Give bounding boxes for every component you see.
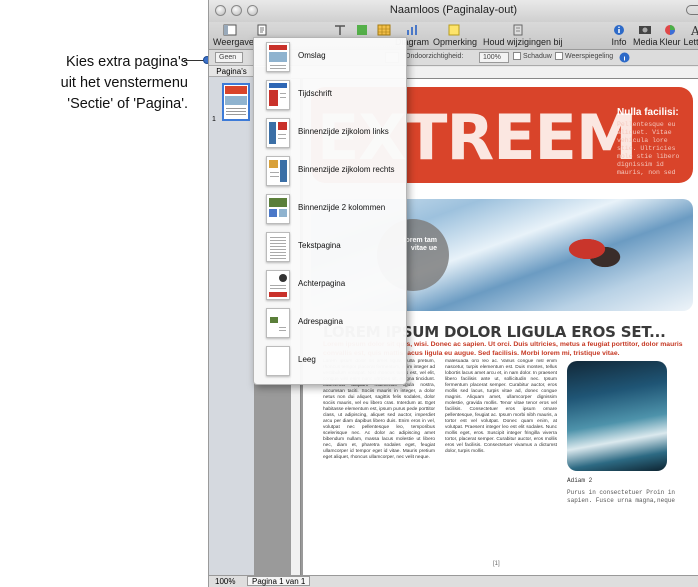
info-icon (614, 25, 624, 35)
reflection-label: Weerspiegeling (565, 53, 614, 60)
two-columns-thumbnail-icon (266, 194, 290, 224)
shadow-checkbox[interactable] (513, 52, 521, 60)
table-icon (377, 24, 391, 36)
callout-line-3: 'Sectie' of 'Pagina'. (67, 96, 188, 112)
opacity-label: Ondoorzichtigheid: (405, 53, 464, 60)
callout-line-1: Kies extra pagina's (65, 54, 188, 70)
svg-text:A: A (690, 24, 698, 36)
window-title: Naamloos (Paginalay-out) (389, 4, 518, 16)
info-small-icon[interactable] (619, 52, 630, 63)
tijdschrift-thumbnail-icon (266, 80, 290, 110)
callout-line-2: uit het venstermenu (60, 75, 188, 91)
comment-icon (448, 24, 460, 36)
menu-item-label: Tekstpagina (298, 241, 341, 250)
font-icon: A (690, 24, 698, 36)
address-page-thumbnail-icon (266, 308, 290, 338)
font-button[interactable]: A Letter (683, 24, 698, 47)
menu-item-label: Binnenzijde zijkolom rechts (298, 165, 395, 174)
menu-item-tijdschrift[interactable]: Tijdschrift (254, 76, 408, 114)
fill-none-select[interactable]: Geen (215, 52, 243, 63)
back-page-thumbnail-icon (266, 270, 290, 300)
text-page-thumbnail-icon (266, 232, 290, 262)
omslag-thumbnail-icon (266, 42, 290, 72)
blank-page-thumbnail-icon (266, 346, 290, 376)
page-navigator[interactable]: Pagina 1 van 1 (247, 576, 311, 586)
view-icon (223, 24, 237, 36)
menu-item-label: Binnenzijde zijkolom links (298, 127, 389, 136)
menu-item-sidebar-right[interactable]: Binnenzijde zijkolom rechts (254, 152, 408, 190)
page-section-menu-button[interactable] (253, 24, 271, 37)
page-section-menu: Omslag Tijdschrift Binnenzijde zijkolom … (253, 37, 407, 385)
menu-item-label: Tijdschrift (298, 89, 332, 98)
toolbar-toggle-button[interactable] (686, 5, 698, 15)
media-icon (639, 26, 651, 34)
menu-item-label: Adrespagina (298, 317, 343, 326)
menu-item-two-columns[interactable]: Binnenzijde 2 kolommen (254, 190, 408, 228)
menu-item-omslag[interactable]: Omslag (254, 38, 408, 76)
sidebar-left-thumbnail-icon (266, 118, 290, 148)
color-icon (665, 25, 675, 35)
menu-item-label: Achterpagina (298, 279, 346, 288)
track-changes-button[interactable]: Houd wijzigingen bij (483, 24, 563, 47)
zoom-select[interactable]: 100% (215, 576, 235, 587)
page-thumbnails-sidebar: Pagina's 1 (209, 67, 255, 575)
shape-button[interactable] (353, 24, 371, 37)
wave-photo[interactable] (567, 361, 667, 471)
menu-item-text-page[interactable]: Tekstpagina (254, 228, 408, 266)
media-button[interactable]: Media (633, 24, 658, 47)
page-section-icon (257, 24, 267, 36)
shadow-label: Schaduw (523, 53, 552, 60)
info-button[interactable]: Info (609, 24, 629, 47)
table-button[interactable] (375, 24, 393, 37)
climber-figure (563, 229, 623, 269)
menu-item-back-page[interactable]: Achterpagina (254, 266, 408, 304)
view-button[interactable]: Weergave (213, 24, 254, 47)
article-column-2[interactable]: malesuada orci leo ac. Varius congue nis… (445, 359, 557, 555)
reflection-checkbox[interactable] (555, 52, 563, 60)
comment-button[interactable]: Opmerking (433, 24, 477, 47)
opacity-field[interactable]: 100% (479, 52, 509, 63)
article-column-1[interactable]: Lorem ipsum dolor sit amet ligula nulla … (323, 359, 435, 555)
text-box-button[interactable] (331, 24, 349, 37)
track-changes-icon (513, 24, 523, 36)
callout-text: Kies extra pagina's uit het venstermenu … (0, 52, 188, 115)
hero-aside-text: Pellentesque eu aliquet. Vitae vehicula … (617, 121, 680, 176)
shape-icon (357, 25, 367, 35)
menu-item-label: Binnenzijde 2 kolommen (298, 203, 386, 212)
title-bar: Naamloos (Paginalay-out) (209, 0, 698, 22)
chart-icon (407, 25, 417, 35)
color-button[interactable]: Kleur (659, 24, 681, 47)
menu-item-address-page[interactable]: Adrespagina (254, 304, 408, 342)
hero-aside-title: Nulla facilisi: (617, 107, 679, 118)
sidebar-header: Pagina's (209, 67, 254, 77)
text-box-icon (335, 25, 345, 35)
page-thumbnail-number: 1 (212, 116, 216, 123)
menu-item-label: Omslag (298, 51, 326, 60)
sidebar-right-thumbnail-icon (266, 156, 290, 186)
page-number-label: [1] (493, 561, 500, 567)
menu-item-sidebar-left[interactable]: Binnenzijde zijkolom links (254, 114, 408, 152)
photo-caption-text: Purus in consectetuer Proin in sapien. F… (567, 489, 676, 504)
status-bar: 100% Pagina 1 van 1 (209, 575, 698, 587)
menu-item-label: Leeg (298, 355, 316, 364)
menu-item-blank[interactable]: Leeg (254, 342, 408, 380)
photo-caption-title: Adiam 2 (567, 477, 593, 484)
page-thumbnail[interactable] (222, 83, 250, 121)
